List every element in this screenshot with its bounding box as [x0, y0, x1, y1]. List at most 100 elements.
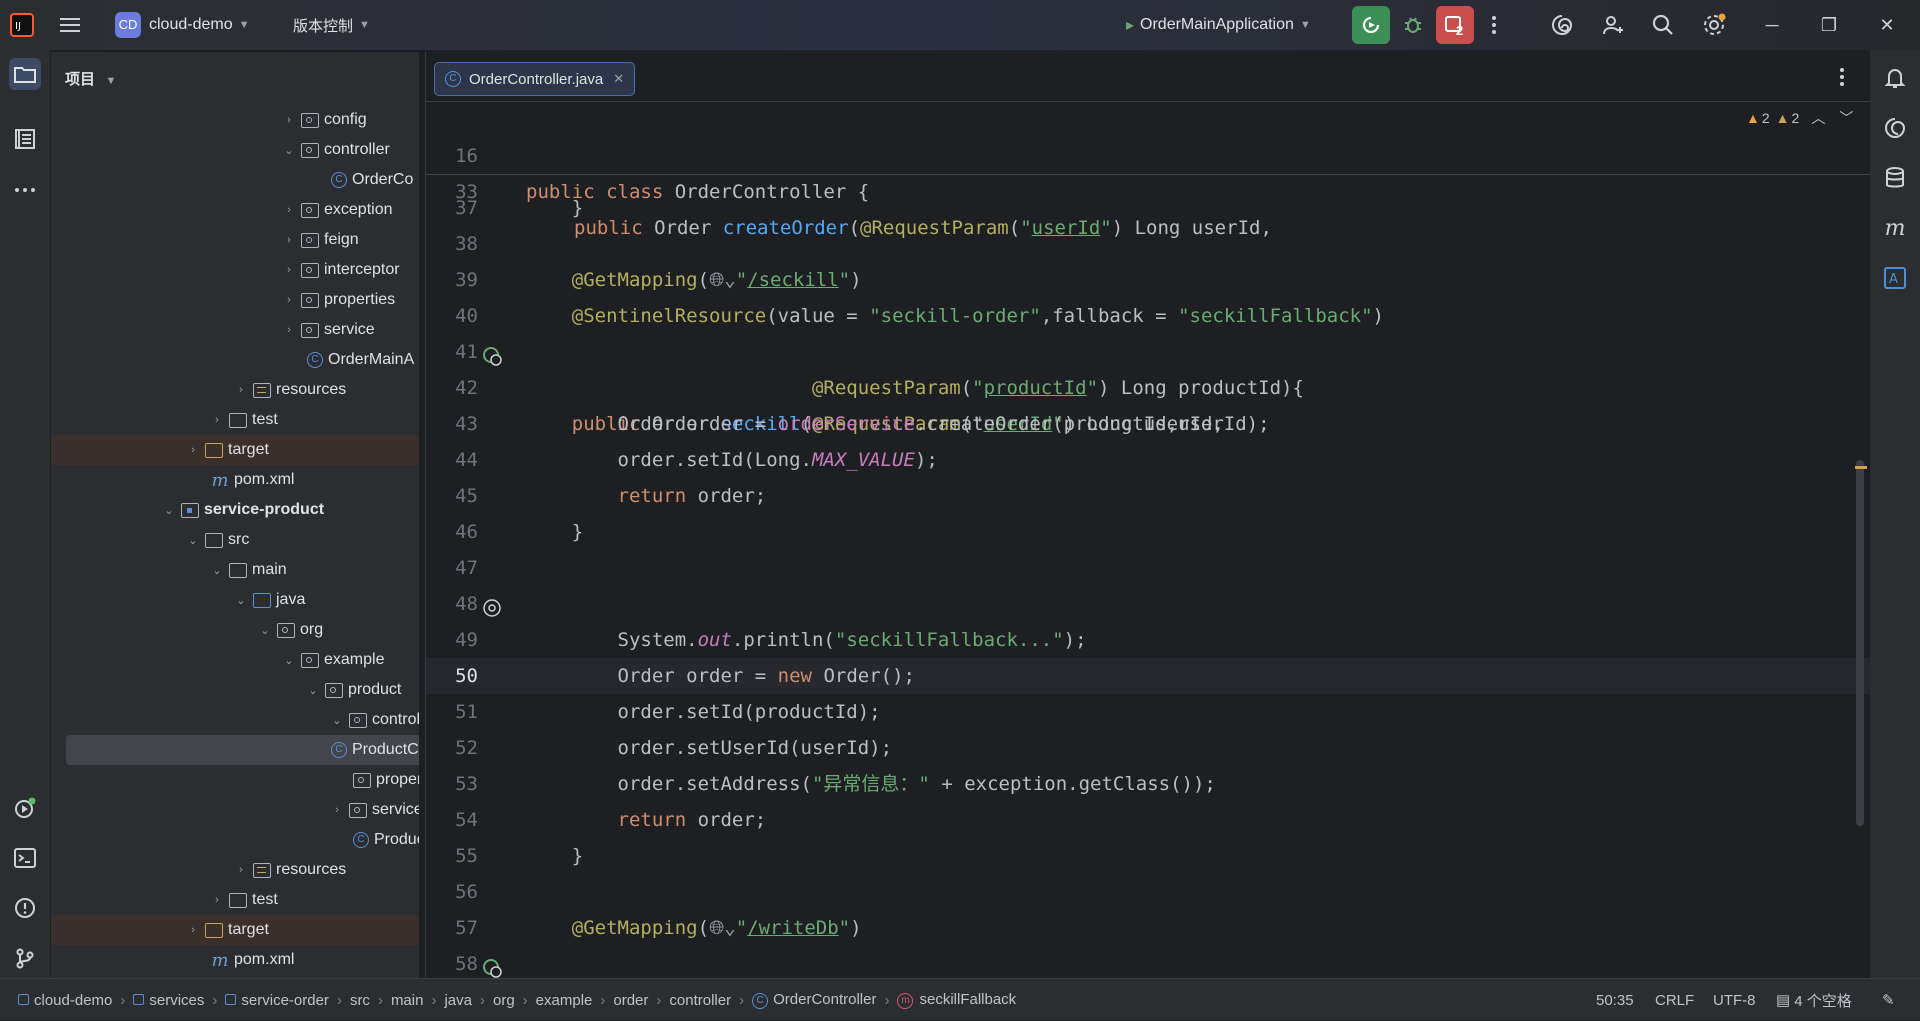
git-branch-icon[interactable]: [9, 942, 41, 974]
chevron-up-icon[interactable]: ︿: [1811, 108, 1825, 128]
editor-vertical-scrollbar[interactable]: [1856, 460, 1864, 826]
chevron-right-icon[interactable]: ›: [209, 414, 225, 426]
settings-gear-icon[interactable]: [1701, 0, 1727, 50]
stop-button[interactable]: 2: [1436, 0, 1474, 50]
services-run-icon[interactable]: [9, 792, 41, 824]
chevron-right-icon[interactable]: ›: [209, 894, 225, 906]
tree-item-product-properties[interactable]: properties: [51, 765, 419, 795]
tree-item-config[interactable]: › config: [51, 105, 419, 135]
tree-item-productcontroller[interactable]: C ProductC: [66, 735, 419, 765]
chevron-right-icon[interactable]: ›: [281, 324, 297, 336]
project-tool-folder-icon[interactable]: [9, 58, 41, 90]
app-logo-icon[interactable]: IJ: [10, 0, 34, 50]
editor-more-icon[interactable]: [1838, 66, 1846, 93]
tree-item-product-service[interactable]: › service: [51, 795, 419, 825]
breadcrumb-item[interactable]: main: [391, 992, 424, 1009]
structure-icon[interactable]: [9, 123, 41, 155]
more-tools-icon[interactable]: [9, 174, 41, 206]
indent-setting[interactable]: ▤ 4 个空格: [1776, 979, 1852, 1021]
tree-item-example[interactable]: ⌄ example: [51, 645, 419, 675]
chevron-down-icon[interactable]: ⌄: [185, 534, 201, 547]
tree-item-feign[interactable]: › feign: [51, 225, 419, 255]
endpoint-gutter-icon[interactable]: [482, 954, 502, 978]
chevron-down-icon[interactable]: ⌄: [257, 624, 273, 637]
main-menu-icon[interactable]: [60, 0, 82, 50]
tree-item-src[interactable]: ⌄ src: [51, 525, 419, 555]
globe-icon[interactable]: 🌐︎⌄: [709, 269, 736, 291]
vcs-menu[interactable]: 版本控制 ▼: [293, 0, 370, 50]
line-separator[interactable]: CRLF: [1655, 979, 1694, 1021]
tree-item-main[interactable]: ⌄ main: [51, 555, 419, 585]
readonly-lock-icon[interactable]: ✎: [1882, 979, 1895, 1021]
breadcrumb-item[interactable]: org: [493, 992, 515, 1009]
maven-icon[interactable]: m: [1879, 212, 1911, 244]
tree-item-ordercontroller[interactable]: C OrderCo: [51, 165, 419, 195]
tree-item-service[interactable]: › service: [51, 315, 419, 345]
tree-item-properties[interactable]: › properties: [51, 285, 419, 315]
file-encoding[interactable]: UTF-8: [1713, 979, 1756, 1021]
chevron-right-icon[interactable]: ›: [185, 924, 201, 936]
tree-item-service-product[interactable]: ⌄ service-product: [51, 495, 419, 525]
breadcrumb-item[interactable]: C OrderController: [752, 991, 876, 1009]
caret-position[interactable]: 50:35: [1596, 979, 1634, 1021]
tree-item-resources[interactable]: › resources: [51, 375, 419, 405]
chevron-right-icon[interactable]: ›: [281, 294, 297, 306]
tree-item-product-controller[interactable]: ⌄ controller: [51, 705, 419, 735]
chevron-right-icon[interactable]: ›: [281, 204, 297, 216]
project-switcher[interactable]: CD cloud-demo ▼: [115, 0, 250, 50]
chevron-down-icon[interactable]: ⌄: [329, 714, 345, 727]
project-view-selector[interactable]: 项目 ▼: [65, 68, 116, 89]
inspection-widget[interactable]: ▲ 2 ▲ 2 ︿ ﹀: [1746, 108, 1853, 128]
tab-ordercontroller[interactable]: C OrderController.java ✕: [434, 62, 636, 96]
chevron-down-icon[interactable]: ⌄: [305, 684, 321, 697]
add-user-icon[interactable]: [1601, 0, 1625, 50]
translate-icon[interactable]: A: [1879, 262, 1911, 294]
breadcrumb-item[interactable]: cloud-demo: [18, 992, 112, 1009]
tree-item-test[interactable]: › test: [51, 405, 419, 435]
chevron-right-icon[interactable]: ›: [281, 234, 297, 246]
chevron-right-icon[interactable]: ›: [281, 114, 297, 126]
chevron-down-icon[interactable]: ⌄: [281, 144, 297, 157]
chevron-right-icon[interactable]: ›: [281, 264, 297, 276]
tree-item-product-test[interactable]: › test: [51, 885, 419, 915]
minimize-button[interactable]: ─: [1747, 0, 1797, 50]
run-config-selector[interactable]: ▸ OrderMainApplication ▼: [1126, 0, 1311, 50]
usages-gutter-icon[interactable]: [482, 594, 502, 617]
tree-item-interceptor[interactable]: › interceptor: [51, 255, 419, 285]
breadcrumb-item[interactable]: service-order: [225, 992, 329, 1009]
more-actions-icon[interactable]: [1490, 0, 1498, 50]
restore-button[interactable]: ❐: [1804, 0, 1854, 50]
ai-assistant-icon[interactable]: [1550, 0, 1574, 50]
warning-stripe-marker[interactable]: [1855, 466, 1867, 469]
chevron-right-icon[interactable]: ›: [233, 384, 249, 396]
chevron-right-icon[interactable]: ›: [233, 864, 249, 876]
globe-icon[interactable]: 🌐︎⌄: [709, 917, 736, 939]
tree-item-target[interactable]: › target: [51, 435, 419, 465]
tree-item-pom[interactable]: m pom.xml: [51, 465, 419, 495]
tree-item-product[interactable]: ⌄ product: [51, 675, 419, 705]
database-icon[interactable]: [1879, 162, 1911, 194]
ai-chat-icon[interactable]: [1879, 112, 1911, 144]
rerun-button[interactable]: [1352, 0, 1390, 50]
chevron-down-icon[interactable]: ⌄: [209, 564, 225, 577]
breadcrumb-item[interactable]: example: [536, 992, 593, 1009]
chevron-down-icon[interactable]: ⌄: [161, 504, 177, 517]
tree-item-product-pom[interactable]: m pom.xml: [51, 945, 419, 975]
breadcrumb-item[interactable]: services: [133, 992, 204, 1009]
search-icon[interactable]: [1651, 0, 1675, 50]
chevron-right-icon[interactable]: ›: [185, 444, 201, 456]
tree-item-java[interactable]: ⌄ java: [51, 585, 419, 615]
tree-item-productionmain[interactable]: C ProductionM: [51, 825, 419, 855]
breadcrumb-item[interactable]: controller: [669, 992, 731, 1009]
breadcrumb-item[interactable]: m seckillFallback: [897, 991, 1016, 1009]
endpoint-gutter-icon[interactable]: [482, 342, 502, 366]
tree-item-ordermainapplication[interactable]: C OrderMainA: [51, 345, 419, 375]
notifications-bell-icon[interactable]: [1879, 62, 1911, 94]
tree-item-product-resources[interactable]: › resources: [51, 855, 419, 885]
close-tab-icon[interactable]: ✕: [613, 71, 624, 87]
tree-item-org[interactable]: ⌄ org: [51, 615, 419, 645]
chevron-down-icon[interactable]: ﹀: [1839, 108, 1853, 128]
debug-button[interactable]: [1401, 0, 1425, 50]
problems-icon[interactable]: [9, 892, 41, 924]
breadcrumb-item[interactable]: order: [613, 992, 648, 1009]
